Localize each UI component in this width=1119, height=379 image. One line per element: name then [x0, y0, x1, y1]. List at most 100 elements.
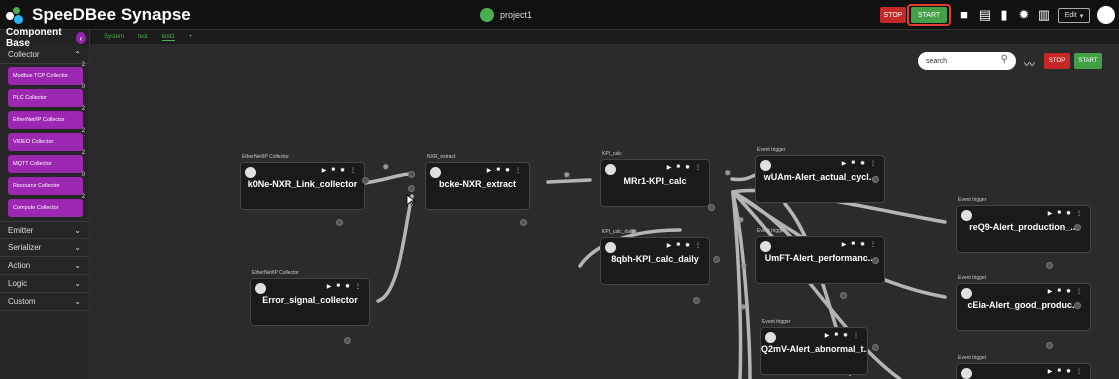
settings-gear-icon[interactable]: ✹: [1017, 8, 1031, 22]
play-icon[interactable]: ▶: [667, 242, 672, 249]
connection-gear-icon[interactable]: ✹: [724, 168, 732, 179]
connection-gear-icon[interactable]: ✹: [563, 170, 571, 181]
connection-gear-icon[interactable]: ✹: [740, 261, 748, 272]
component-modbus-tcp-collector[interactable]: Modbus TCP Collector 2: [8, 62, 85, 85]
output-port[interactable]: [840, 292, 847, 299]
play-icon[interactable]: ▶: [327, 283, 332, 290]
component-compute-collector[interactable]: Compute Collector 2: [8, 194, 85, 217]
collapse-sidebar-icon[interactable]: ‹: [75, 32, 86, 44]
flow-canvas[interactable]: ✹ ✹ ✹ ✹ ✹ ✹ ✹ search ⚲ 〰 STOP START Ethe…: [90, 44, 1119, 379]
more-icon[interactable]: ⋮: [355, 283, 361, 290]
flow-node[interactable]: EtherNet/IP Collector ▶ ■ ✹ ⋮ Error_signal_…: [250, 270, 370, 326]
stop-icon[interactable]: ■: [851, 241, 855, 248]
output-port[interactable]: [1046, 342, 1053, 349]
output-port[interactable]: [872, 344, 879, 351]
play-icon[interactable]: ▶: [842, 241, 847, 248]
output-port[interactable]: [708, 204, 715, 211]
flow-node[interactable]: KPI_calc ▶ ■ ✹ ⋮ MRr1-KPI_calc: [600, 151, 710, 207]
more-icon[interactable]: ⋮: [695, 164, 701, 171]
trend-chart-icon[interactable]: 〰: [1024, 56, 1035, 72]
component-mqtt-collector[interactable]: MQTT Collector 2: [8, 150, 85, 173]
connection-gear-icon[interactable]: ✹: [737, 215, 745, 226]
bar-chart-icon[interactable]: ▮: [997, 8, 1011, 22]
gear-icon[interactable]: ✹: [685, 164, 690, 171]
connection-gear-icon[interactable]: ✹: [740, 302, 748, 313]
output-port[interactable]: [344, 337, 351, 344]
more-icon[interactable]: ⋮: [870, 160, 876, 167]
canvas-search-input[interactable]: search ⚲: [918, 52, 1016, 70]
more-icon[interactable]: ⋮: [515, 167, 521, 174]
play-icon[interactable]: ▶: [1048, 368, 1053, 375]
project-indicator[interactable]: project1: [480, 8, 532, 22]
input-port[interactable]: [408, 185, 415, 192]
global-start-button[interactable]: START: [911, 7, 947, 23]
video-icon[interactable]: ■: [957, 8, 971, 22]
category-action[interactable]: Action ⌄: [0, 257, 89, 275]
output-port[interactable]: [362, 177, 369, 184]
gear-icon[interactable]: ✹: [345, 283, 350, 290]
more-icon[interactable]: ⋮: [853, 332, 859, 339]
component-plc-collector[interactable]: PLC Collector 0: [8, 84, 85, 107]
stop-icon[interactable]: ■: [1057, 288, 1061, 295]
input-port[interactable]: [408, 171, 415, 178]
category-emitter[interactable]: Emitter ⌄: [0, 221, 89, 239]
stop-icon[interactable]: ■: [336, 283, 340, 290]
gear-icon[interactable]: ✹: [860, 160, 865, 167]
gear-icon[interactable]: ✹: [685, 242, 690, 249]
category-serializer[interactable]: Serializer ⌄: [0, 239, 89, 257]
play-icon[interactable]: ▶: [1048, 210, 1053, 217]
stop-icon[interactable]: ■: [1057, 368, 1061, 375]
stop-icon[interactable]: ■: [331, 167, 335, 174]
output-port[interactable]: [872, 176, 879, 183]
more-icon[interactable]: ⋮: [870, 241, 876, 248]
gear-icon[interactable]: ✹: [843, 332, 848, 339]
output-port[interactable]: [1074, 302, 1081, 309]
document-icon[interactable]: ▤: [978, 8, 992, 22]
tab-test1[interactable]: test1: [161, 34, 175, 41]
stop-icon[interactable]: ■: [676, 164, 680, 171]
more-icon[interactable]: ⋮: [695, 242, 701, 249]
flow-node[interactable]: Event trigger ▶ ■ ✹ ⋮ UmFT-Alert_performanc…: [755, 228, 885, 284]
component-resource-collector[interactable]: Resource Collector 0: [8, 172, 85, 195]
output-port[interactable]: [1074, 224, 1081, 231]
flow-node[interactable]: KPI_calc_daily ▶ ■ ✹ ⋮ 8qbh-KPI_calc_daily: [600, 229, 710, 285]
add-tab-button[interactable]: +: [189, 34, 193, 40]
flow-node[interactable]: Event trigger ▶ ■ ✹ ⋮ cEia-Alert_good_produ…: [956, 275, 1091, 331]
canvas-stop-button[interactable]: STOP: [1044, 53, 1070, 69]
component-video-collector[interactable]: VIDEO Collector 2: [8, 128, 85, 151]
play-icon[interactable]: ▶: [667, 164, 672, 171]
output-port[interactable]: [336, 219, 343, 226]
output-port[interactable]: [1046, 262, 1053, 269]
stop-icon[interactable]: ■: [851, 160, 855, 167]
output-port[interactable]: [872, 257, 879, 264]
play-icon[interactable]: ▶: [842, 160, 847, 167]
flow-node[interactable]: EtherNet/IP Collector ▶ ■ ✹ ⋮ k0Ne-NXR_Link…: [240, 154, 365, 210]
output-port[interactable]: [693, 297, 700, 304]
global-stop-button[interactable]: STOP: [880, 7, 906, 23]
play-icon[interactable]: ▶: [825, 332, 830, 339]
gear-icon[interactable]: ✹: [505, 167, 510, 174]
output-port[interactable]: [713, 256, 720, 263]
flow-node[interactable]: Event trigger ▶ ■ ✹ ⋮ wUAm-Alert_actual_cyc…: [755, 147, 885, 203]
more-icon[interactable]: ⋮: [1076, 288, 1082, 295]
gear-icon[interactable]: ✹: [1066, 368, 1071, 375]
stop-icon[interactable]: ■: [496, 167, 500, 174]
gear-icon[interactable]: ✹: [340, 167, 345, 174]
gear-icon[interactable]: ✹: [1066, 210, 1071, 217]
canvas-start-button[interactable]: START: [1074, 53, 1102, 69]
more-icon[interactable]: ⋮: [350, 167, 356, 174]
play-icon[interactable]: ▶: [487, 167, 492, 174]
gear-icon[interactable]: ✹: [860, 241, 865, 248]
flow-node[interactable]: Event trigger ▶ ■ ✹ ⋮ reQ9-Alert_production…: [956, 197, 1091, 253]
gear-icon[interactable]: ✹: [1066, 288, 1071, 295]
output-port[interactable]: [520, 219, 527, 226]
more-icon[interactable]: ⋮: [1076, 368, 1082, 375]
stop-icon[interactable]: ■: [834, 332, 838, 339]
category-logic[interactable]: Logic ⌄: [0, 275, 89, 293]
stop-icon[interactable]: ■: [1057, 210, 1061, 217]
book-icon[interactable]: ▥: [1037, 8, 1051, 22]
component-ethernet-ip-collector[interactable]: EtherNet/IP Collector 2: [8, 106, 85, 129]
stop-icon[interactable]: ■: [676, 242, 680, 249]
flow-node[interactable]: Event trigger ▶ ■ ✹ ⋮ Q2mV-Alert_abnormal_t…: [760, 319, 868, 375]
play-icon[interactable]: ▶: [1048, 288, 1053, 295]
